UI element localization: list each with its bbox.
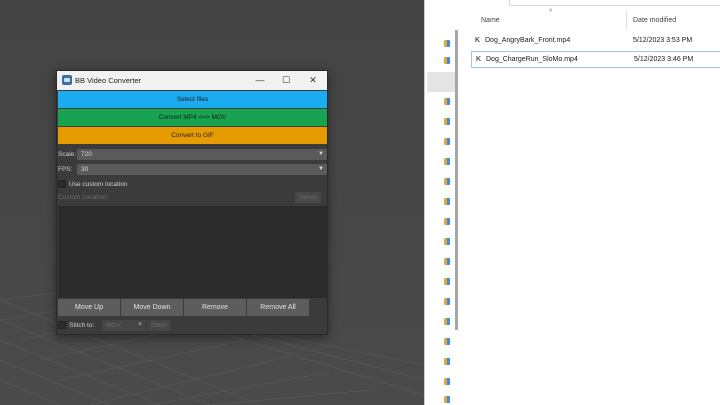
select-files-button[interactable]: Select files <box>58 91 327 108</box>
scale-label: Scale: <box>58 151 77 158</box>
folder-icon[interactable] <box>444 218 450 225</box>
custom-location-checkbox[interactable] <box>58 180 66 188</box>
file-date: 5/12/2023 3:53 PM <box>633 37 693 44</box>
folder-icon[interactable] <box>444 158 450 165</box>
location-select-button[interactable]: Select <box>295 192 321 203</box>
convert-gif-button[interactable]: Convert to GIF <box>58 127 327 144</box>
folder-icon[interactable] <box>444 378 450 385</box>
title-bar[interactable]: BB Video Converter — ☐ ✕ <box>57 71 327 90</box>
custom-location-checkbox-label: Use custom location <box>69 181 128 188</box>
chevron-down-icon: ▼ <box>318 166 324 172</box>
convert-mov-button[interactable]: Convert MP4 <=> MOV <box>58 109 327 126</box>
folder-icon[interactable] <box>444 238 450 245</box>
chevron-down-icon: ▼ <box>318 151 324 157</box>
folder-icon[interactable] <box>444 98 450 105</box>
folder-icon[interactable] <box>444 358 450 365</box>
folder-icon[interactable] <box>444 298 450 305</box>
file-list[interactable] <box>58 206 327 298</box>
folder-icon[interactable] <box>444 57 450 64</box>
nav-scrollbar[interactable] <box>455 30 458 330</box>
file-explorer: ^ Name Date modified K Dog_AngryBark_Fro… <box>424 0 720 405</box>
remove-button[interactable]: Remove <box>184 299 246 316</box>
column-header-name[interactable]: Name <box>481 17 500 24</box>
file-name: Dog_AngryBark_Front.mp4 <box>485 37 571 44</box>
scale-value: 720 <box>81 151 92 158</box>
converter-window: BB Video Converter — ☐ ✕ Select files Co… <box>56 70 328 335</box>
stitch-button[interactable]: Stitch <box>147 320 171 331</box>
stitch-checkbox[interactable] <box>58 321 66 329</box>
file-date: 5/12/2023 3:46 PM <box>634 56 694 63</box>
explorer-search-bar[interactable] <box>509 0 720 6</box>
folder-icon[interactable] <box>444 198 450 205</box>
video-file-icon: K <box>476 56 482 63</box>
sort-up-icon: ^ <box>549 9 553 16</box>
minimize-icon[interactable]: — <box>250 73 270 87</box>
chevron-down-icon: ▼ <box>137 322 143 328</box>
file-row[interactable]: K Dog_AngryBark_Front.mp4 5/12/2023 3:53… <box>471 33 720 50</box>
maximize-icon[interactable]: ☐ <box>276 73 296 87</box>
stitch-label: Stitch to: <box>69 322 95 329</box>
file-name: Dog_ChargeRun_SloMo.mp4 <box>486 56 578 63</box>
window-title: BB Video Converter <box>75 76 142 85</box>
close-icon[interactable]: ✕ <box>303 73 323 87</box>
video-file-icon: K <box>475 37 481 44</box>
folder-icon[interactable] <box>444 178 450 185</box>
fps-label: FPS: <box>58 166 73 173</box>
fps-dropdown[interactable]: 30 ▼ <box>77 164 327 175</box>
custom-location-label: Custom Location: <box>58 194 109 201</box>
move-down-button[interactable]: Move Down <box>121 299 183 316</box>
column-headers: ^ Name Date modified <box>471 9 720 32</box>
fps-value: 30 <box>81 166 89 173</box>
move-up-button[interactable]: Move Up <box>58 299 120 316</box>
stitch-format-value: MOV <box>106 322 121 329</box>
folder-icon[interactable] <box>444 338 450 345</box>
column-divider[interactable] <box>626 10 627 30</box>
nav-selected-item[interactable] <box>427 72 455 92</box>
file-row[interactable]: K Dog_ChargeRun_SloMo.mp4 5/12/2023 3:46… <box>471 51 720 68</box>
folder-icon[interactable] <box>444 318 450 325</box>
folder-icon[interactable] <box>444 138 450 145</box>
remove-all-button[interactable]: Remove All <box>247 299 309 316</box>
folder-icon[interactable] <box>444 118 450 125</box>
folder-icon[interactable] <box>444 278 450 285</box>
stitch-format-dropdown[interactable]: MOV ▼ <box>102 320 146 331</box>
app-icon <box>62 75 72 85</box>
folder-icon[interactable] <box>444 40 450 47</box>
folder-icon[interactable] <box>444 258 450 265</box>
column-header-date[interactable]: Date modified <box>633 17 676 24</box>
scale-dropdown[interactable]: 720 ▼ <box>77 149 327 160</box>
explorer-nav-pane <box>425 0 455 405</box>
folder-icon[interactable] <box>444 396 450 403</box>
